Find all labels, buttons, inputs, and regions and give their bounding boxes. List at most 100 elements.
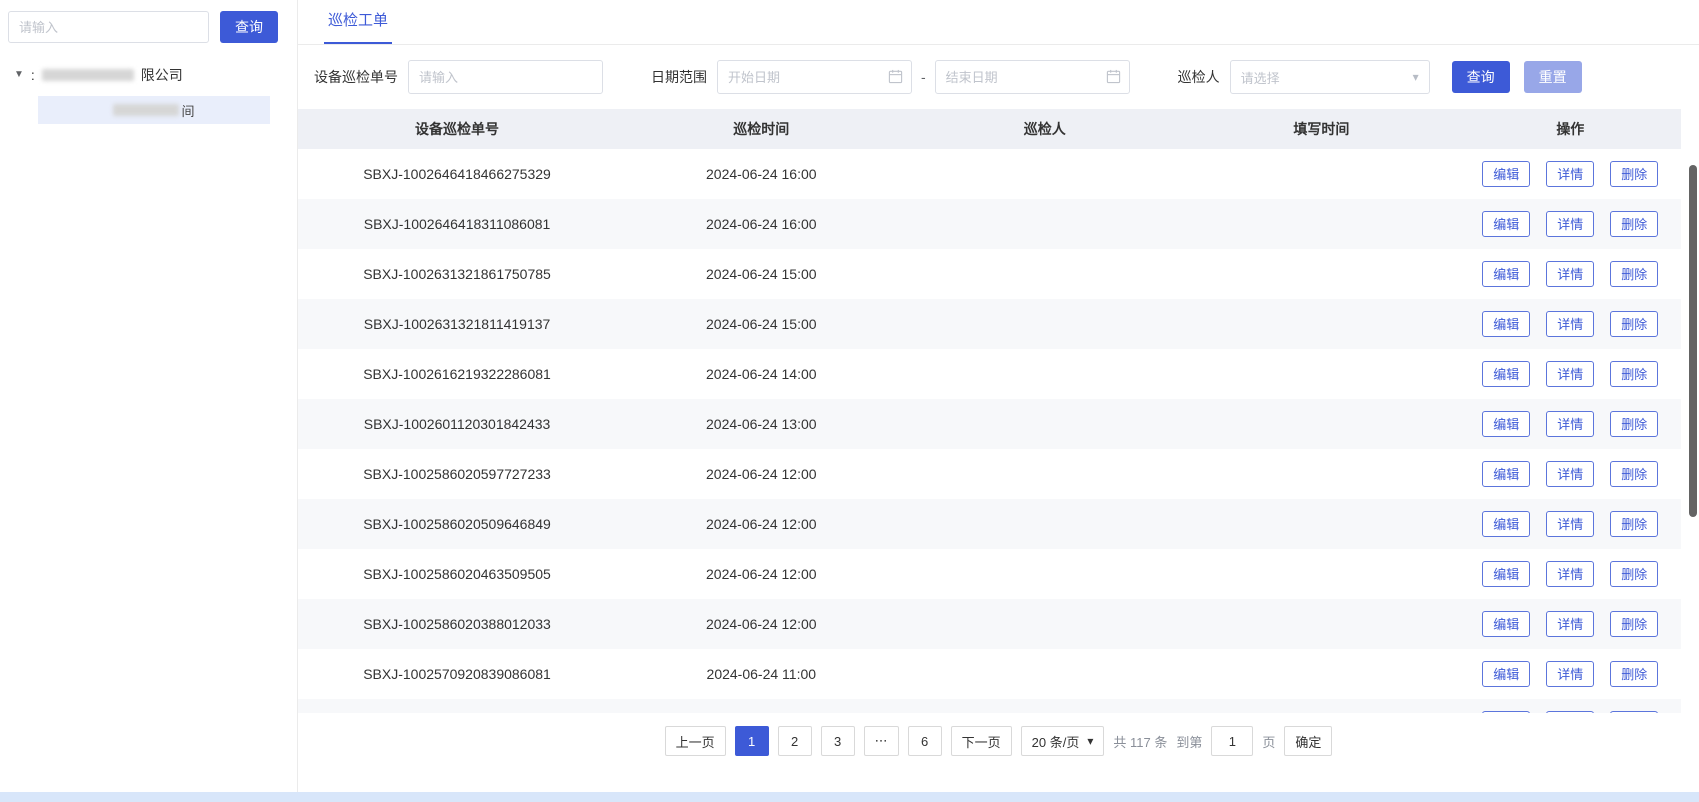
- delete-button[interactable]: 删除: [1610, 511, 1658, 537]
- table-body: SBXJ-1002646418466275329 2024-06-24 16:0…: [298, 149, 1681, 713]
- prev-page-button[interactable]: 上一页: [665, 726, 726, 756]
- table-row: SBXJ-1002646418311086081 2024-06-24 16:0…: [298, 199, 1681, 249]
- tree-root-prefix: :: [31, 67, 35, 83]
- row-actions: 编辑 详情 删除: [1460, 161, 1681, 187]
- reset-button[interactable]: 重置: [1524, 61, 1582, 93]
- details-button[interactable]: 详情: [1546, 561, 1594, 587]
- cell-order-no: SBXJ-1002631321861750785: [298, 266, 616, 282]
- row-actions: 编辑 详情 删除: [1460, 661, 1681, 687]
- row-actions: 编辑 详情 删除: [1460, 461, 1681, 487]
- tree-child-node-selected[interactable]: 间: [38, 96, 270, 124]
- order-no-label: 设备巡检单号: [314, 67, 398, 87]
- table-row: SBXJ-1002586020509646849 2024-06-24 12:0…: [298, 499, 1681, 549]
- details-button[interactable]: 详情: [1546, 311, 1594, 337]
- edit-button[interactable]: 编辑: [1482, 511, 1530, 537]
- details-button[interactable]: 详情: [1546, 411, 1594, 437]
- filter-bar: 设备巡检单号 日期范围 -: [314, 60, 1683, 94]
- delete-button[interactable]: 删除: [1610, 461, 1658, 487]
- details-button[interactable]: 详情: [1546, 361, 1594, 387]
- workorder-table: 设备巡检单号 巡检时间 巡检人 填写时间 操作 SBXJ-10026464184…: [298, 109, 1681, 713]
- pagination: 上一页 123⋯6 下一页 20 条/页 ▾ 共 117 条 到第 页 确定: [298, 726, 1699, 756]
- page-ellipsis-button[interactable]: ⋯: [864, 726, 899, 756]
- sidebar-search-input[interactable]: [8, 11, 209, 43]
- page-size-select[interactable]: 20 条/页 ▾: [1021, 726, 1105, 756]
- edit-button[interactable]: 编辑: [1482, 561, 1530, 587]
- goto-page-input[interactable]: [1211, 726, 1253, 756]
- edit-button[interactable]: 编辑: [1482, 361, 1530, 387]
- col-header-order-no: 设备巡检单号: [298, 119, 616, 139]
- edit-button[interactable]: 编辑: [1482, 311, 1530, 337]
- row-actions: 编辑 详情 删除: [1460, 361, 1681, 387]
- cell-inspect-time: 2024-06-24 15:00: [616, 316, 906, 332]
- row-actions: 编辑 详情 删除: [1460, 511, 1681, 537]
- main-content: 巡检工单 设备巡检单号 日期范围: [298, 0, 1699, 802]
- end-date-input[interactable]: [935, 60, 1130, 94]
- filter-order-no: 设备巡检单号: [314, 60, 603, 94]
- goto-confirm-button[interactable]: 确定: [1284, 726, 1332, 756]
- cell-order-no: SBXJ-1002586020463509505: [298, 566, 616, 582]
- details-button[interactable]: 详情: [1546, 261, 1594, 287]
- edit-button[interactable]: 编辑: [1482, 261, 1530, 287]
- cell-order-no: SBXJ-1002631321811419137: [298, 316, 616, 332]
- cell-inspect-time: 2024-06-24 13:00: [616, 416, 906, 432]
- edit-button[interactable]: 编辑: [1482, 211, 1530, 237]
- total-count-label: 共 117 条: [1113, 732, 1167, 751]
- details-button[interactable]: 详情: [1546, 511, 1594, 537]
- delete-button[interactable]: 删除: [1610, 561, 1658, 587]
- page-button-6[interactable]: 6: [908, 726, 942, 756]
- edit-button[interactable]: 编辑: [1482, 411, 1530, 437]
- edit-button[interactable]: 编辑: [1482, 711, 1530, 713]
- tab-inspection-workorder[interactable]: 巡检工单: [324, 9, 392, 44]
- cell-inspect-time: 2024-06-24 12:00: [616, 516, 906, 532]
- details-button[interactable]: 详情: [1546, 661, 1594, 687]
- delete-button[interactable]: 删除: [1610, 661, 1658, 687]
- delete-button[interactable]: 删除: [1610, 411, 1658, 437]
- chevron-down-icon: ▾: [1087, 735, 1093, 747]
- sidebar-search-button[interactable]: 查询: [220, 11, 278, 43]
- delete-button[interactable]: 删除: [1610, 311, 1658, 337]
- vertical-scrollbar-thumb[interactable]: [1689, 165, 1697, 517]
- inspector-select[interactable]: 请选择 ▾: [1230, 60, 1430, 94]
- edit-button[interactable]: 编辑: [1482, 161, 1530, 187]
- delete-button[interactable]: 删除: [1610, 261, 1658, 287]
- date-separator: -: [921, 69, 926, 85]
- next-page-button[interactable]: 下一页: [951, 726, 1012, 756]
- details-button[interactable]: 详情: [1546, 211, 1594, 237]
- goto-suffix-label: 页: [1262, 732, 1275, 751]
- date-range-label: 日期范围: [651, 67, 707, 87]
- details-button[interactable]: 详情: [1546, 611, 1594, 637]
- order-no-input[interactable]: [408, 60, 603, 94]
- cell-inspect-time: 2024-06-24 16:00: [616, 216, 906, 232]
- edit-button[interactable]: 编辑: [1482, 661, 1530, 687]
- col-header-inspect-time: 巡检时间: [616, 119, 906, 139]
- cell-inspect-time: 2024-06-24 12:00: [616, 466, 906, 482]
- tree-root-node[interactable]: ▼ : 限公司: [8, 63, 289, 87]
- delete-button[interactable]: 删除: [1610, 711, 1658, 713]
- delete-button[interactable]: 删除: [1610, 161, 1658, 187]
- cell-order-no: SBXJ-1002586020509646849: [298, 516, 616, 532]
- start-date-input[interactable]: [717, 60, 912, 94]
- cell-inspect-time: 2024-06-24 16:00: [616, 166, 906, 182]
- delete-button[interactable]: 删除: [1610, 361, 1658, 387]
- page-button-2[interactable]: 2: [778, 726, 812, 756]
- details-button[interactable]: 详情: [1546, 461, 1594, 487]
- row-actions: 编辑 详情 删除: [1460, 261, 1681, 287]
- table-row: SBXJ-1002570920839086081 2024-06-24 11:0…: [298, 649, 1681, 699]
- table-row: SBXJ-1002646418466275329 2024-06-24 16:0…: [298, 149, 1681, 199]
- sidebar-search-bar: 查询: [8, 11, 289, 43]
- page-button-1[interactable]: 1: [735, 726, 769, 756]
- page-button-3[interactable]: 3: [821, 726, 855, 756]
- org-tree: ▼ : 限公司 间: [8, 63, 289, 124]
- sidebar: 查询 ▼ : 限公司 间: [0, 0, 298, 802]
- cell-inspect-time: 2024-06-24 15:00: [616, 266, 906, 282]
- delete-button[interactable]: 删除: [1610, 211, 1658, 237]
- edit-button[interactable]: 编辑: [1482, 611, 1530, 637]
- details-button[interactable]: 详情: [1546, 161, 1594, 187]
- tree-caret-down-icon[interactable]: ▼: [14, 70, 24, 80]
- query-button[interactable]: 查询: [1452, 61, 1510, 93]
- edit-button[interactable]: 编辑: [1482, 461, 1530, 487]
- row-actions: 编辑 详情 删除: [1460, 411, 1681, 437]
- delete-button[interactable]: 删除: [1610, 611, 1658, 637]
- details-button[interactable]: 详情: [1546, 711, 1594, 713]
- cell-inspect-time: 2024-06-24 14:00: [616, 366, 906, 382]
